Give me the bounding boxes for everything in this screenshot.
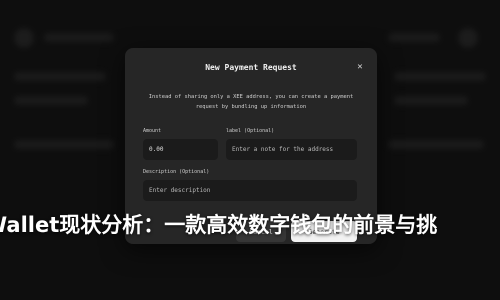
amount-input[interactable] — [143, 139, 218, 160]
dialog-description: Instead of sharing only a XEE address, y… — [148, 94, 354, 110]
description-field-label: Description (Optional) — [143, 169, 210, 175]
amount-label: Amount — [143, 128, 162, 134]
label-field-label: label (Optional) — [226, 128, 275, 134]
dialog-title: New Payment Request — [205, 63, 297, 72]
label-input[interactable] — [226, 139, 357, 160]
close-icon[interactable]: ✕ — [353, 60, 367, 74]
description-input[interactable] — [143, 180, 357, 201]
overlay-headline: Wallet现状分析：一款高效数字钱包的前景与挑 — [0, 213, 438, 237]
